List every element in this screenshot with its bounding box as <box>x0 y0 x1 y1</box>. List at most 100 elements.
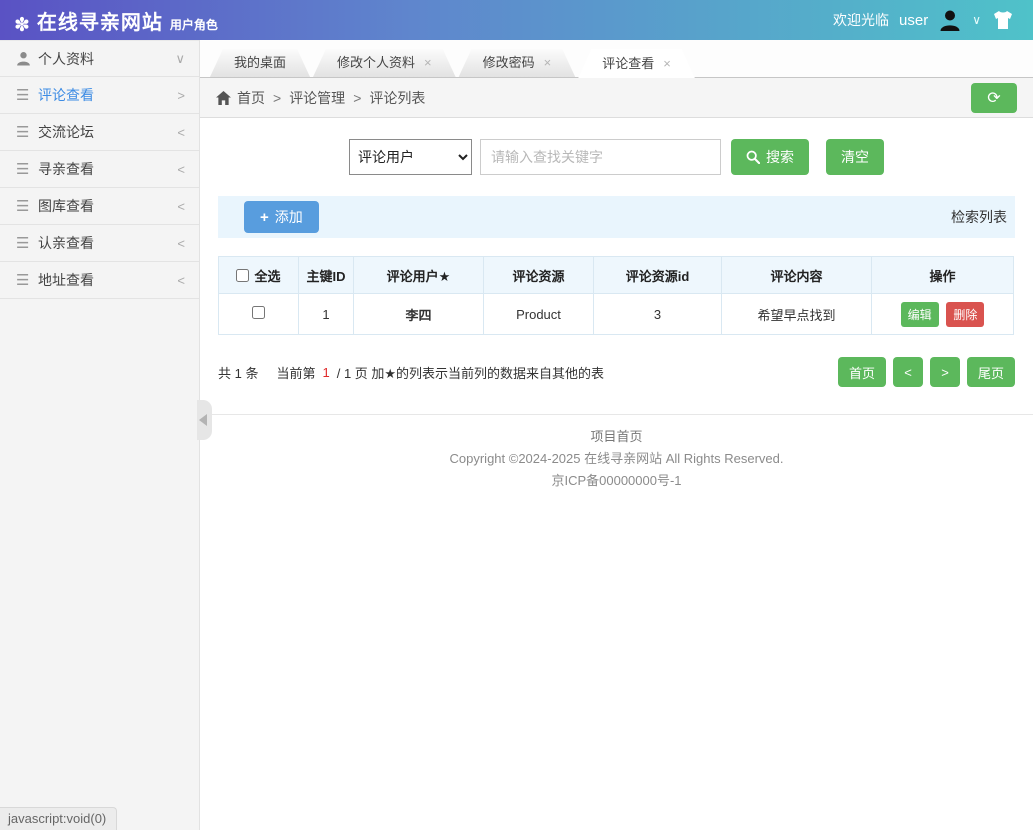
sidebar-collapse-handle[interactable] <box>197 400 212 440</box>
role-label: 用户角色 <box>169 17 218 32</box>
edit-button[interactable]: 编辑 <box>900 301 939 327</box>
user-menu-chevron-icon[interactable]: ∨ <box>972 13 981 27</box>
sidebar-item-comments[interactable]: ☰ 评论查看 > <box>0 77 199 114</box>
header-id: 主键ID <box>298 256 354 294</box>
close-icon[interactable]: × <box>663 50 671 78</box>
triangle-left-icon <box>199 414 207 426</box>
sidebar-item-label: 寻亲查看 <box>38 161 94 177</box>
tab-label: 修改个人资料 <box>337 55 416 70</box>
sidebar-item-profile[interactable]: 个人资料 ∨ <box>0 40 199 77</box>
cell-operate: 编辑 删除 <box>871 293 1014 335</box>
refresh-button[interactable]: ⟳ <box>971 83 1017 113</box>
sidebar-item-label: 评论查看 <box>38 87 94 103</box>
pagination: 共 1 条 当前第 1 / 1 页 加★的列表示当前列的数据来自其他的表 首页 … <box>218 357 1015 387</box>
menu-icon: ☰ <box>16 124 30 141</box>
tab-bar: 我的桌面 修改个人资料 × 修改密码 × 评论查看 × <box>200 40 1033 78</box>
cell-resource: Product <box>483 293 594 335</box>
user-avatar-icon[interactable] <box>938 8 962 32</box>
username: user <box>899 11 929 29</box>
cell-resource-id: 3 <box>593 293 722 335</box>
search-row: 评论用户 搜索 清空 <box>200 139 1033 175</box>
cell-content: 希望早点找到 <box>721 293 872 335</box>
table-toolbar: + 添加 检索列表 <box>218 196 1015 238</box>
table-row: 1 李四 Product 3 希望早点找到 编辑 删除 <box>218 293 1014 335</box>
sidebar-item-recognition[interactable]: ☰ 认亲查看 < <box>0 225 199 262</box>
cell-checkbox <box>218 293 299 335</box>
tab-change-password[interactable]: 修改密码 × <box>459 49 576 77</box>
search-button[interactable]: 搜索 <box>731 139 809 175</box>
menu-icon: ☰ <box>16 235 30 252</box>
header-user: 评论用户★ <box>353 256 484 294</box>
tab-label: 我的桌面 <box>234 55 287 70</box>
toolbar-title: 检索列表 <box>951 209 1007 225</box>
footer-divider <box>200 414 1033 415</box>
menu-icon: ☰ <box>16 87 30 104</box>
chevron-down-icon: ∨ <box>175 50 185 66</box>
footer-home-link[interactable]: 项目首页 <box>200 426 1033 448</box>
sidebar-item-gallery[interactable]: ☰ 图库查看 < <box>0 188 199 225</box>
chevron-right-icon: > <box>177 87 185 103</box>
footer-icp: 京ICP备00000000号-1 <box>551 473 682 488</box>
sidebar-item-label: 图库查看 <box>38 198 94 214</box>
pagination-buttons: 首页 < > 尾页 <box>837 357 1015 387</box>
gear-flower-icon: ✽ <box>14 14 30 36</box>
search-input[interactable] <box>480 139 721 175</box>
clear-button[interactable]: 清空 <box>826 139 884 175</box>
cell-id: 1 <box>298 293 354 335</box>
menu-icon: ☰ <box>16 272 30 289</box>
sidebar: 个人资料 ∨ ☰ 评论查看 > ☰ 交流论坛 < ☰ 寻亲查看 < ☰ 图库查看… <box>0 40 200 830</box>
header-user-area: 欢迎光临 user ∨ <box>833 8 1015 32</box>
tab-edit-profile[interactable]: 修改个人资料 × <box>313 49 456 77</box>
chevron-left-icon: < <box>177 161 185 177</box>
last-page-button[interactable]: 尾页 <box>966 357 1015 387</box>
sidebar-item-label: 个人资料 <box>38 50 94 67</box>
footer-copyright: Copyright ©2024-2025 在线寻亲网站 All Rights R… <box>449 451 784 466</box>
comments-table: 全选 主键ID 评论用户★ 评论资源 评论资源id 评论内容 操作 1 李四 P… <box>218 256 1014 335</box>
sidebar-item-family-search[interactable]: ☰ 寻亲查看 < <box>0 151 199 188</box>
header-content: 评论内容 <box>721 256 872 294</box>
main-content: 我的桌面 修改个人资料 × 修改密码 × 评论查看 × 首页 > 评论管理 > … <box>200 40 1033 830</box>
add-button[interactable]: + 添加 <box>244 201 319 233</box>
breadcrumb-home[interactable]: 首页 <box>237 88 265 108</box>
site-title: 在线寻亲网站 <box>36 11 163 34</box>
tab-label: 评论查看 <box>602 55 655 71</box>
sidebar-item-forum[interactable]: ☰ 交流论坛 < <box>0 114 199 151</box>
app-header: ✽ 在线寻亲网站 用户角色 欢迎光临 user ∨ <box>0 0 1033 40</box>
first-page-button[interactable]: 首页 <box>837 357 886 387</box>
breadcrumb-separator: > <box>353 89 362 106</box>
chevron-left-icon: < <box>177 235 185 251</box>
pagination-info: 共 1 条 当前第 1 / 1 页 加★的列表示当前列的数据来自其他的表 <box>218 363 604 382</box>
close-icon[interactable]: × <box>424 49 432 77</box>
current-page-suffix: / 1 页 加★的列表示当前列的数据来自其他的表 <box>336 365 605 381</box>
breadcrumb-level3: 评论列表 <box>369 89 426 106</box>
tab-comment-view[interactable]: 评论查看 × <box>578 49 695 78</box>
tab-my-desktop[interactable]: 我的桌面 <box>210 49 310 77</box>
sidebar-item-address[interactable]: ☰ 地址查看 < <box>0 262 199 299</box>
search-field-select[interactable]: 评论用户 <box>349 139 472 175</box>
delete-button[interactable]: 删除 <box>946 301 985 327</box>
current-page-prefix: 当前第 <box>276 365 316 381</box>
prev-page-button[interactable]: < <box>892 357 923 387</box>
total-count: 共 1 条 <box>218 365 259 381</box>
sidebar-item-label: 交流论坛 <box>38 124 94 140</box>
select-all-checkbox[interactable] <box>236 268 250 282</box>
sidebar-item-label: 认亲查看 <box>38 235 94 251</box>
row-checkbox[interactable] <box>252 306 265 319</box>
home-icon <box>216 90 231 105</box>
breadcrumb: 首页 > 评论管理 > 评论列表 ⟳ <box>200 78 1033 118</box>
tab-label: 修改密码 <box>482 55 535 70</box>
footer: 项目首页 Copyright ©2024-2025 在线寻亲网站 All Rig… <box>200 426 1033 492</box>
table-header-row: 全选 主键ID 评论用户★ 评论资源 评论资源id 评论内容 操作 <box>218 256 1014 294</box>
search-button-label: 搜索 <box>766 149 794 165</box>
next-page-button[interactable]: > <box>929 357 960 387</box>
tshirt-icon[interactable] <box>991 10 1015 30</box>
chevron-left-icon: < <box>177 124 185 140</box>
add-button-label: 添加 <box>274 209 303 225</box>
sidebar-item-label: 地址查看 <box>38 272 94 288</box>
status-bar-link-preview: javascript:void(0) <box>0 807 118 830</box>
close-icon[interactable]: × <box>544 49 552 77</box>
cell-user: 李四 <box>353 293 484 335</box>
select-all-label: 全选 <box>254 268 281 284</box>
current-page-number: 1 <box>322 364 330 380</box>
header-select-all: 全选 <box>218 256 299 294</box>
